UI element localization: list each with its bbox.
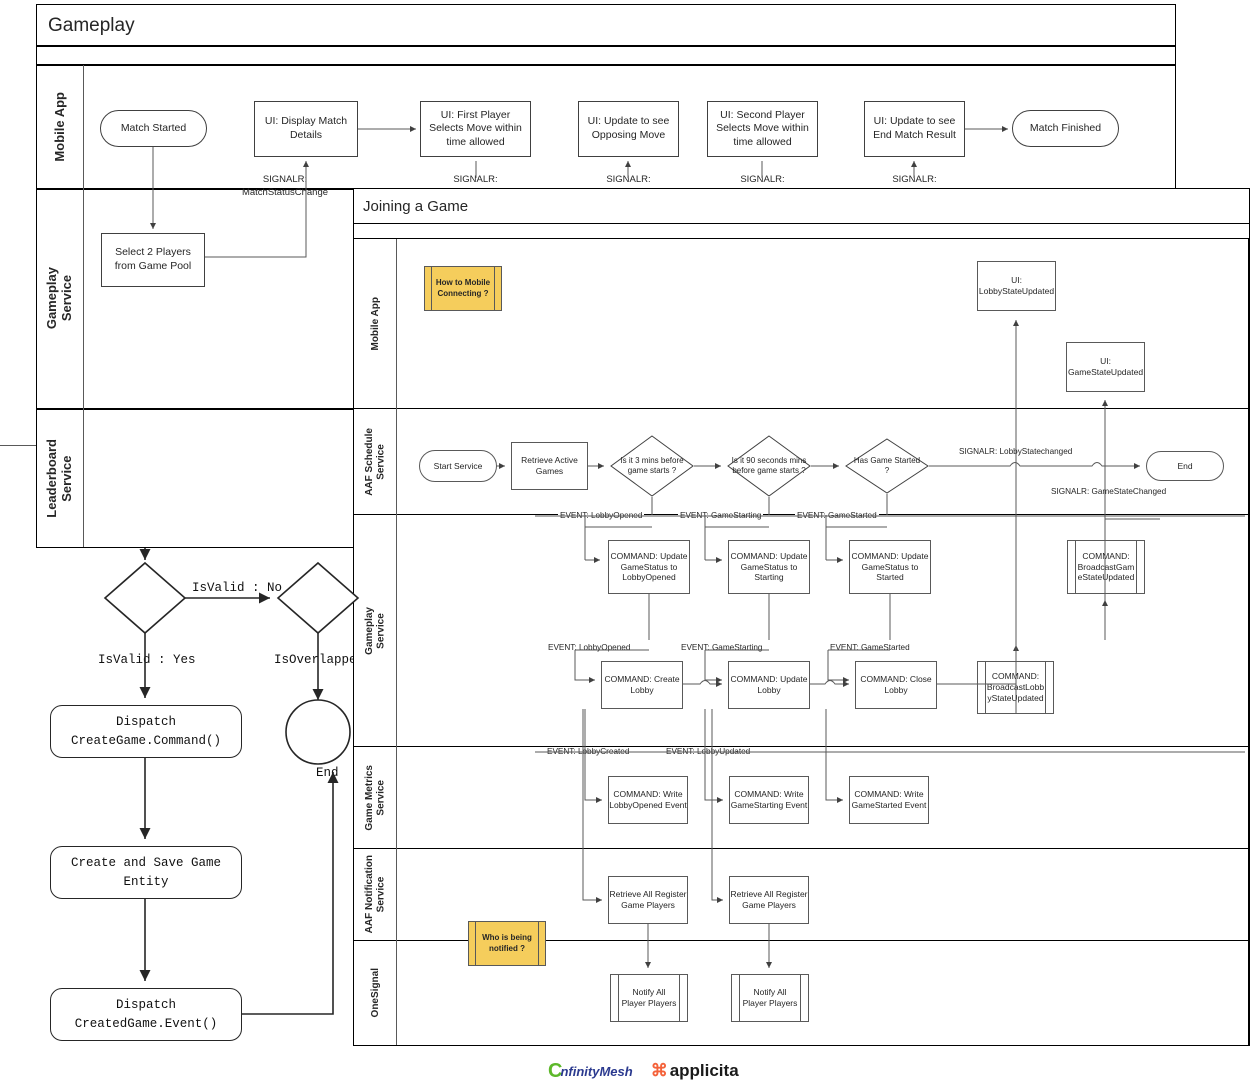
signalr-label-3-line1: SIGNALR: bbox=[606, 174, 651, 185]
signalr-game-statechanged-label: SIGNALR: GameStateChanged bbox=[1051, 487, 1167, 496]
gameplay-lane-header-column bbox=[83, 65, 85, 547]
node-dispatch-create-game-command[interactable]: Dispatch CreateGame.Command() bbox=[50, 705, 242, 758]
signalr-label-4-line1: SIGNALR: bbox=[740, 174, 785, 185]
note-how-to-mobile-connecting: How to Mobile Connecting ? bbox=[424, 266, 502, 311]
node-dispatch-created-game-event[interactable]: Dispatch CreatedGame.Event() bbox=[50, 988, 242, 1041]
edge-label-isvalid-no: IsValid : No bbox=[192, 581, 283, 595]
node-notify-all-players-2[interactable]: Notify All Player Players bbox=[731, 974, 809, 1022]
signalr-label-5: SIGNALR: bbox=[857, 174, 972, 185]
event-label-row1-1: EVENT: GameStarting bbox=[678, 511, 764, 520]
end-node-label: End bbox=[316, 766, 339, 780]
event-label-row3-1: EVENT: LobbyUpdated bbox=[664, 747, 753, 756]
node-ui-lobby-state-updated[interactable]: UI: LobbyStateUpdated bbox=[977, 261, 1056, 311]
joining-lane-label-aaf-schedule-text: AAF Schedule Service bbox=[364, 427, 387, 496]
logo-infinitymesh-text-1: nfinity bbox=[560, 1063, 600, 1079]
node-retrieve-active-games[interactable]: Retrieve Active Games bbox=[511, 442, 588, 490]
signalr-label-1-line1: SIGNALR: bbox=[262, 174, 308, 185]
footer-logos: C nfinity Mesh ⌘ applicita bbox=[548, 1058, 748, 1084]
joining-lane-label-mobile-app: Mobile App bbox=[355, 239, 396, 408]
event-label-row2-1: EVENT: GameStarting bbox=[679, 643, 765, 652]
edge-label-isvalid-yes: IsValid : Yes bbox=[98, 653, 196, 667]
signalr-label-2-line1: SIGNALR: bbox=[453, 174, 498, 185]
lane-label-gameplay-service: Gameplay Service bbox=[37, 189, 83, 408]
logo-applicita-text: applicita bbox=[669, 1061, 739, 1080]
node-first-player-selects[interactable]: UI: First Player Selects Move within tim… bbox=[420, 101, 531, 157]
node-update-end-match-result[interactable]: UI: Update to see End Match Result bbox=[864, 101, 965, 157]
node-update-opposing-move[interactable]: UI: Update to see Opposing Move bbox=[578, 101, 679, 157]
event-label-row2-2: EVENT: GameStarted bbox=[828, 643, 912, 652]
lane-label-mobile-app: Mobile App bbox=[37, 65, 83, 188]
lane-label-mobile-app-text: Mobile App bbox=[51, 91, 67, 162]
logo-applicita-mark: ⌘ bbox=[650, 1061, 668, 1080]
joining-lane-label-gameplay-service-text: Gameplay Service bbox=[364, 606, 387, 655]
node-second-player-selects[interactable]: UI: Second Player Selects Move within ti… bbox=[707, 101, 818, 157]
decision-has-game-started[interactable]: Has Game Started ? bbox=[845, 438, 929, 494]
joining-lane-label-aaf-notification: AAF Notification Service bbox=[355, 849, 396, 940]
decision-label-1: Is it 3 mins before game starts ? bbox=[620, 456, 684, 475]
node-notify-all-players-1[interactable]: Notify All Player Players bbox=[610, 974, 688, 1022]
node-retrieve-registered-players-2[interactable]: Retrieve All Register Game Players bbox=[729, 876, 809, 924]
leaderboard-left-stub bbox=[0, 445, 36, 447]
node-cmd-write-lobbyopened-event[interactable]: COMMAND: Write LobbyOpened Event bbox=[608, 776, 688, 824]
event-label-row1-2: EVENT: GameStarted bbox=[795, 511, 879, 520]
decision-is-90-seconds-before[interactable]: Is it 90 seconds mins before game starts… bbox=[727, 435, 811, 497]
logo-infinitymesh-text-2: Mesh bbox=[599, 1063, 633, 1079]
node-retrieve-registered-players-1[interactable]: Retrieve All Register Game Players bbox=[608, 876, 688, 924]
lane-label-leaderboard-service: Leaderboard Service bbox=[37, 409, 83, 547]
joining-lane-label-onesignal-text: OneSignal bbox=[369, 968, 381, 1018]
node-cmd-update-gamestatus-started[interactable]: COMMAND: Update GameStatus to Started bbox=[849, 540, 931, 594]
signalr-label-4: SIGNALR: bbox=[705, 174, 820, 185]
event-label-row1-0: EVENT: LobbyOpened bbox=[558, 511, 645, 520]
node-match-started[interactable]: Match Started bbox=[100, 110, 207, 147]
node-select-2-players[interactable]: Select 2 Players from Game Pool bbox=[101, 233, 205, 287]
gameplay-header-divider bbox=[37, 64, 1175, 66]
decision-label-2: Is it 90 seconds mins before game starts… bbox=[731, 456, 807, 475]
joining-lane-label-onesignal: OneSignal bbox=[355, 941, 396, 1045]
logo-infinitymesh: C nfinity Mesh bbox=[548, 1060, 633, 1083]
node-cmd-write-gamestarting-event[interactable]: COMMAND: Write GameStarting Event bbox=[729, 776, 809, 824]
note-who-is-being-notified: Who is being notified ? bbox=[468, 921, 546, 966]
node-cmd-broadcast-gamestate-updated[interactable]: COMMAND: BroadcastGam eStateUpdated bbox=[1067, 540, 1145, 594]
decision-is-3-mins-before[interactable]: Is it 3 mins before game starts ? bbox=[610, 435, 694, 497]
signalr-label-2: SIGNALR: bbox=[418, 174, 533, 185]
signalr-label-1-line2: MatchStatusChange bbox=[241, 186, 329, 198]
signalr-label-1: SIGNALR: MatchStatusChange bbox=[210, 174, 360, 200]
node-match-finished[interactable]: Match Finished bbox=[1012, 110, 1119, 147]
gameplay-title-divider bbox=[37, 45, 1175, 47]
edge-label-isoverlapped: IsOverlapped bbox=[274, 653, 365, 667]
joining-lane-label-aaf-notification-text: AAF Notification Service bbox=[364, 855, 387, 934]
node-cmd-close-lobby[interactable]: COMMAND: Close Lobby bbox=[855, 661, 937, 709]
event-label-row3-0: EVENT: LobbyCreated bbox=[545, 747, 632, 756]
joining-lane-label-gameplay-service: Gameplay Service bbox=[355, 515, 396, 746]
logo-applicita: ⌘ applicita bbox=[651, 1061, 739, 1081]
node-cmd-create-lobby[interactable]: COMMAND: Create Lobby bbox=[601, 661, 683, 709]
node-create-and-save-game-entity[interactable]: Create and Save Game Entity bbox=[50, 846, 242, 899]
node-display-match-details[interactable]: UI: Display Match Details bbox=[254, 101, 358, 157]
joining-lane-label-mobile-app-text: Mobile App bbox=[369, 296, 381, 351]
joining-lane-label-game-metrics-text: Game Metrics Service bbox=[364, 764, 387, 831]
lane-label-gameplay-service-text: Gameplay Service bbox=[44, 267, 74, 330]
lane-label-leaderboard-service-text: Leaderboard Service bbox=[44, 438, 74, 518]
joining-title-divider bbox=[354, 223, 1249, 225]
joining-panel-title: Joining a Game bbox=[363, 198, 469, 215]
node-cmd-update-gamestatus-lobbyopened[interactable]: COMMAND: Update GameStatus to LobbyOpene… bbox=[608, 540, 690, 594]
signalr-label-3: SIGNALR: bbox=[571, 174, 686, 185]
node-cmd-update-lobby[interactable]: COMMAND: Update Lobby bbox=[728, 661, 810, 709]
node-cmd-update-gamestatus-starting[interactable]: COMMAND: Update GameStatus to Starting bbox=[728, 540, 810, 594]
node-start-service[interactable]: Start Service bbox=[419, 450, 497, 482]
node-cmd-write-gamestarted-event[interactable]: COMMAND: Write GameStarted Event bbox=[849, 776, 929, 824]
signalr-lobby-statechanged-label: SIGNALR: LobbyStatechanged bbox=[959, 447, 1073, 456]
gameplay-panel-title: Gameplay bbox=[48, 15, 135, 36]
node-end-service[interactable]: End bbox=[1146, 451, 1224, 481]
joining-lane-label-game-metrics: Game Metrics Service bbox=[355, 747, 396, 848]
event-label-row2-0: EVENT: LobbyOpened bbox=[546, 643, 633, 652]
node-cmd-broadcast-lobbystate-updated[interactable]: COMMAND: BroadcastLobb yStateUpdated bbox=[977, 661, 1054, 714]
signalr-label-5-line1: SIGNALR: bbox=[892, 174, 937, 185]
decision-label-3: Has Game Started ? bbox=[853, 456, 921, 475]
node-ui-game-state-updated[interactable]: UI: GameStateUpdated bbox=[1066, 342, 1145, 392]
joining-lane-label-aaf-schedule: AAF Schedule Service bbox=[355, 409, 396, 514]
